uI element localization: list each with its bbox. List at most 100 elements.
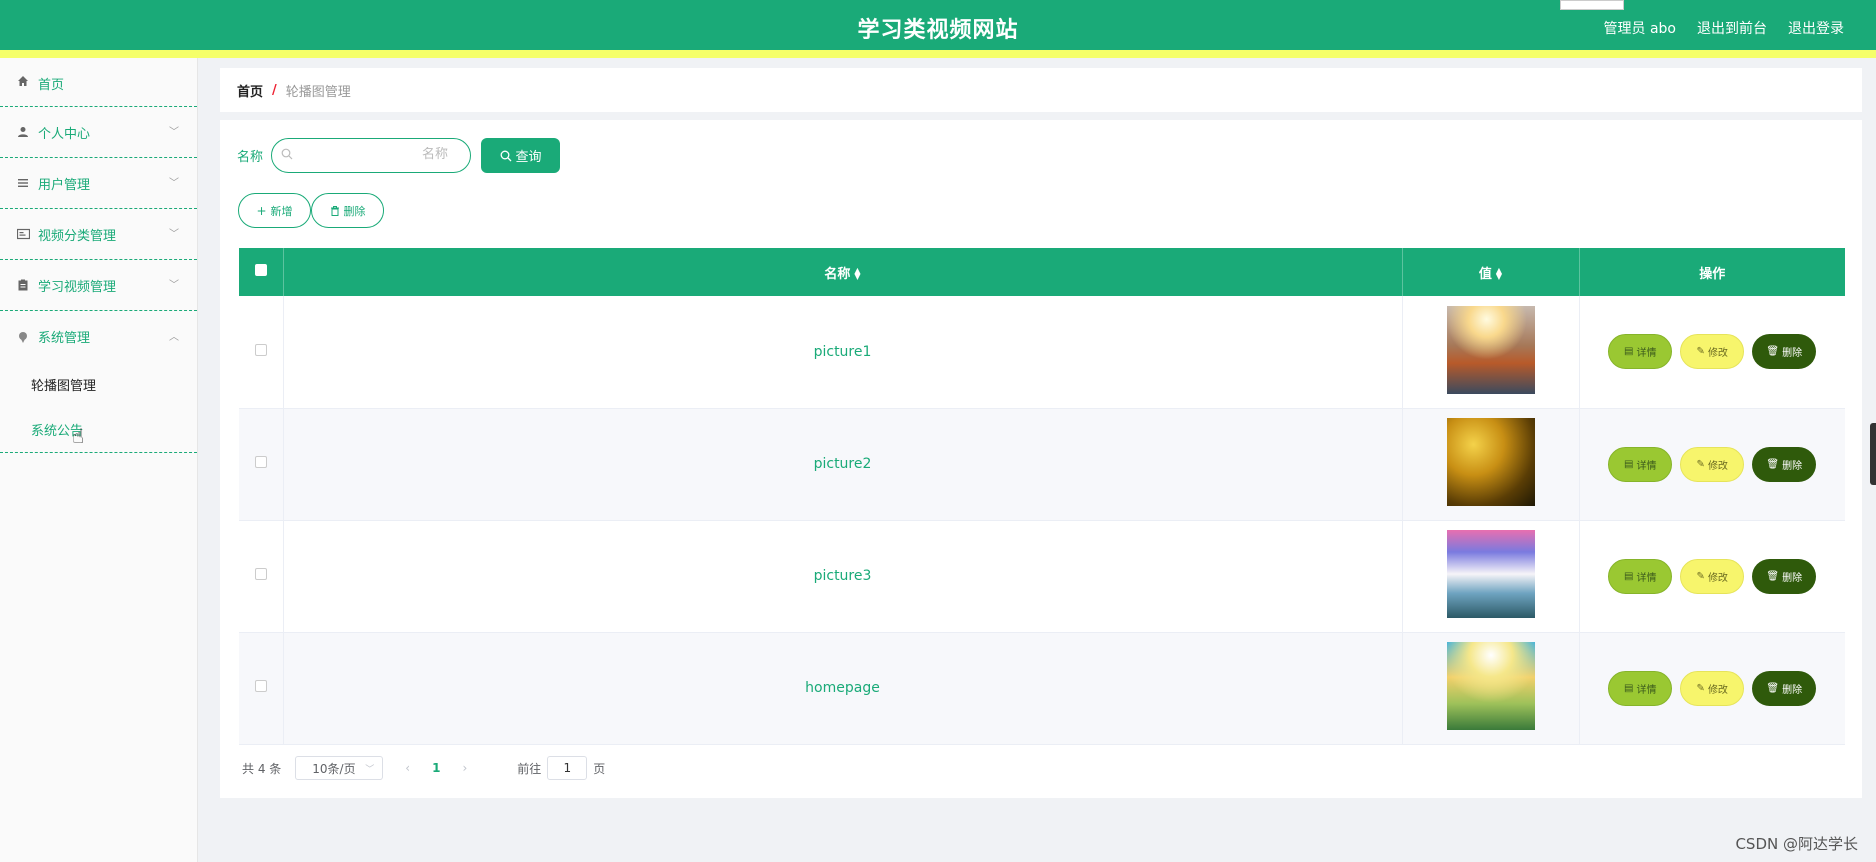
sidebar-item-users[interactable]: 用户管理 ﹀: [0, 158, 197, 209]
search-label: 名称: [237, 150, 264, 165]
carousel-image[interactable]: [1446, 305, 1535, 394]
pagination: 共 4 条 10条/页 ﹀ ‹ 1 › 前往 1 页: [242, 756, 605, 780]
col-header-name[interactable]: 名称 ▲ ▼: [283, 248, 1403, 296]
row-select-cell: [239, 408, 284, 521]
breadcrumb-home[interactable]: 首页: [237, 81, 263, 100]
edit-button-label: 修改: [1707, 684, 1728, 696]
pencil-icon: ✎: [1696, 682, 1705, 694]
row-checkbox[interactable]: [254, 456, 267, 468]
system-submenu: 轮播图管理 系统公告: [0, 362, 197, 453]
carousel-image[interactable]: [1446, 530, 1535, 618]
query-button-label: 查询: [515, 150, 542, 165]
delete-button[interactable]: 🗑 删除: [1752, 558, 1817, 594]
detail-button[interactable]: ▤ 详情: [1608, 334, 1673, 370]
row-actions: ▤ 详情 ✎ 修改 🗑 删除: [1580, 670, 1846, 706]
sidebar: 首页 个人中心 ﹀ 用户管理 ﹀ 视频分类管理 ﹀ 学习视频管理 ﹀ 系统管理 …: [0, 58, 198, 862]
row-checkbox[interactable]: [254, 568, 267, 580]
sidebar-item-personal[interactable]: 个人中心 ﹀: [0, 107, 197, 158]
doc-icon: ▤: [1624, 682, 1634, 694]
sidebar-item-video-category[interactable]: 视频分类管理 ﹀: [0, 209, 197, 260]
sidebar-subitem-notice[interactable]: 系统公告: [0, 407, 197, 452]
to-front-link[interactable]: 退出到前台: [1697, 18, 1767, 38]
page-size-select[interactable]: 10条/页 ﹀: [295, 756, 384, 780]
sort-icon[interactable]: ▲ ▼: [854, 267, 860, 281]
sidebar-item-study-video[interactable]: 学习视频管理 ﹀: [0, 260, 197, 311]
next-page-icon[interactable]: ›: [462, 761, 467, 775]
delete-button-label: 删除: [1782, 572, 1803, 584]
name-cell: picture3: [283, 520, 1403, 633]
name-cell: picture1: [283, 296, 1403, 409]
table-body: picture1 ▤ 详情 ✎ 修改 🗑 删除 picture2 ▤ 详情 ✎ 修改 🗑 删除 pictur…: [239, 296, 1846, 745]
edit-button[interactable]: ✎ 修改: [1680, 446, 1745, 482]
row-select-cell: [239, 632, 284, 745]
trash-icon: 🗑: [1766, 570, 1780, 582]
row-actions: ▤ 详情 ✎ 修改 🗑 删除: [1580, 558, 1846, 594]
row-name: picture1: [813, 343, 872, 360]
breadcrumb: 首页 / 轮播图管理: [220, 68, 1862, 112]
doc-icon: ▤: [1624, 570, 1634, 582]
search-input[interactable]: [368, 147, 449, 162]
row-checkbox[interactable]: [254, 680, 267, 692]
doc-icon: ▤: [1624, 346, 1634, 358]
query-button[interactable]: 查询: [481, 138, 561, 173]
search-box[interactable]: [271, 138, 472, 173]
carousel-table: 名称 ▲ ▼ 值 ▲ ▼ 操作 picture1 ▤ 详情 ✎ 修改 🗑 删除 picture2 ▤ 详情…: [239, 248, 1845, 745]
logout-link[interactable]: 退出登录: [1788, 18, 1844, 38]
delete-button[interactable]: 🗑 删除: [1752, 446, 1817, 482]
table-row: picture3 ▤ 详情 ✎ 修改 🗑 删除: [239, 520, 1846, 633]
home-icon: [16, 74, 30, 88]
breadcrumb-current: 轮播图管理: [285, 84, 351, 100]
detail-button-label: 详情: [1636, 460, 1657, 472]
carousel-image[interactable]: [1446, 642, 1535, 730]
watermark: CSDN @阿达学长: [1735, 835, 1858, 853]
sidebar-item-label: 首页: [38, 78, 65, 93]
table-row: homepage ▤ 详情 ✎ 修改 🗑 删除: [239, 632, 1846, 745]
hand-cursor-icon: ☝: [72, 424, 85, 448]
admin-label: 管理员 abo: [1603, 21, 1676, 37]
batch-delete-button[interactable]: 删除: [311, 193, 384, 228]
trash-icon: 🗑: [1766, 458, 1780, 470]
sidebar-item-home[interactable]: 首页: [0, 58, 197, 107]
prev-page-icon[interactable]: ‹: [405, 761, 410, 775]
edit-button[interactable]: ✎ 修改: [1680, 334, 1745, 370]
col-header-value[interactable]: 值 ▲ ▼: [1402, 248, 1580, 296]
carousel-image[interactable]: [1446, 418, 1535, 506]
sort-icon[interactable]: ▲ ▼: [1496, 267, 1502, 281]
main-panel: 名称 查询 + 新增 删除: [220, 120, 1862, 798]
card-icon: [16, 227, 30, 241]
ops-cell: ▤ 详情 ✎ 修改 🗑 删除: [1579, 632, 1846, 745]
sidebar-item-label: 视频分类管理: [38, 228, 117, 244]
delete-button[interactable]: 🗑 删除: [1752, 334, 1817, 370]
row-actions: ▤ 详情 ✎ 修改 🗑 删除: [1580, 446, 1846, 482]
sidebar-item-system[interactable]: 系统管理 ︿: [0, 311, 197, 362]
scrollbar-handle[interactable]: [1870, 423, 1876, 485]
row-name: picture2: [813, 456, 872, 472]
edit-button[interactable]: ✎ 修改: [1680, 670, 1745, 706]
clipboard-icon: [16, 278, 30, 292]
detail-button[interactable]: ▤ 详情: [1608, 670, 1673, 706]
edit-button[interactable]: ✎ 修改: [1680, 558, 1745, 594]
detail-button[interactable]: ▤ 详情: [1608, 446, 1673, 482]
row-checkbox[interactable]: [254, 343, 267, 356]
sidebar-item-label: 用户管理: [38, 177, 91, 193]
row-select-cell: [239, 296, 284, 409]
col-header-ops: 操作: [1579, 248, 1845, 296]
delete-button[interactable]: 🗑 删除: [1752, 670, 1817, 706]
edit-button-label: 修改: [1707, 572, 1728, 584]
row-select-cell: [239, 520, 284, 633]
pencil-icon: ✎: [1696, 458, 1705, 470]
chevron-down-icon: ﹀: [365, 764, 375, 775]
select-all-checkbox[interactable]: [254, 264, 267, 276]
sidebar-subitem-carousel[interactable]: 轮播图管理: [0, 362, 197, 407]
sidebar-item-label: 学习视频管理: [38, 279, 117, 295]
add-button-label: 新增: [270, 204, 293, 218]
detail-button[interactable]: ▤ 详情: [1608, 558, 1673, 594]
goto-page-input[interactable]: 1: [547, 756, 588, 780]
chevron-up-icon: ︿: [169, 331, 179, 343]
sidebar-item-label: 系统管理: [38, 331, 91, 346]
delete-button-label: 删除: [1782, 460, 1803, 472]
ops-cell: ▤ 详情 ✎ 修改 🗑 删除: [1579, 408, 1846, 521]
page-number-current[interactable]: 1: [432, 761, 440, 775]
add-button[interactable]: + 新增: [238, 193, 311, 228]
search-icon: [281, 148, 293, 163]
